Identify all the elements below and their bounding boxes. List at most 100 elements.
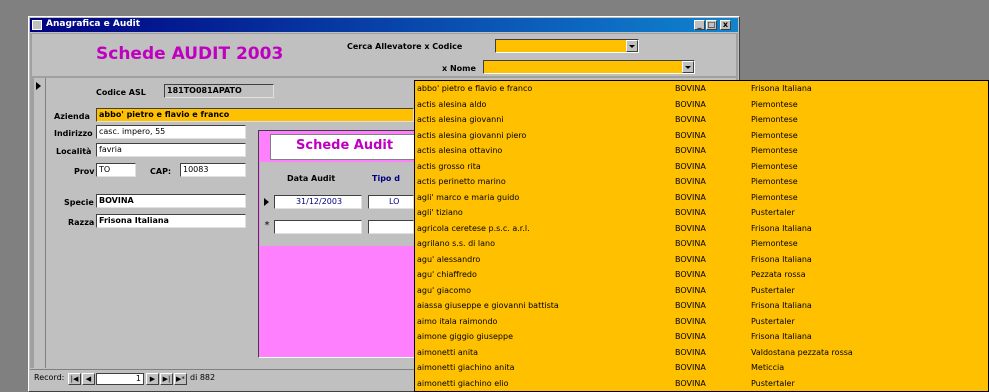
dropdown-row[interactable]: agu' chiaffredo BOVINA Pezzata rossa xyxy=(415,268,988,281)
dropdown-name-cell: aimonetti giachino elio xyxy=(417,378,509,388)
dropdown-row[interactable]: aimonetti anita BOVINA Valdostana pezzata … xyxy=(415,346,988,359)
dropdown-row[interactable]: actis alesina giovanni BOVINA Piemontese xyxy=(415,113,988,126)
prov-field[interactable]: TO xyxy=(96,163,136,177)
search-name-combo[interactable] xyxy=(483,60,695,74)
previous-record-button[interactable]: ◀ xyxy=(82,373,95,385)
dropdown-specie-cell: BOVINA xyxy=(675,270,706,279)
dropdown-specie-cell: BOVINA xyxy=(675,130,706,140)
record-selector[interactable] xyxy=(34,78,46,368)
dropdown-row[interactable]: actis alesina giovanni piero BOVINA Piemon… xyxy=(415,129,988,142)
dropdown-row[interactable]: aimonetti giachino elio BOVINA Pustertaler xyxy=(415,377,988,390)
dropdown-specie-cell: BOVINA xyxy=(675,301,706,310)
dropdown-specie-cell: BOVINA xyxy=(675,161,706,171)
dropdown-row[interactable]: aimonetti giachino anita BOVINA Meticcia xyxy=(415,361,988,374)
dropdown-razza-cell: Frisona Italiana xyxy=(751,332,812,341)
localita-label: Località xyxy=(56,147,92,156)
dropdown-name-cell: agu' alessandro xyxy=(417,254,481,264)
dropdown-name-cell: aimonetti anita xyxy=(417,347,479,357)
dropdown-row[interactable]: agu' giacomo BOVINA Pustertaler xyxy=(415,284,988,297)
dropdown-name-cell: actis grosso rita xyxy=(417,161,481,171)
dropdown-razza-cell: Piemontese xyxy=(751,161,798,171)
dropdown-specie-cell: BOVINA xyxy=(675,347,706,357)
new-record-button[interactable]: ▶* xyxy=(174,373,187,385)
current-record-icon xyxy=(264,198,269,206)
window-titlebar[interactable]: Anagrafica e Audit _ □ x xyxy=(30,18,738,32)
last-record-button[interactable]: ▶| xyxy=(160,373,173,385)
dropdown-row[interactable]: actis grosso rita BOVINA Piemontese xyxy=(415,160,988,173)
close-button[interactable]: x xyxy=(720,20,731,30)
dropdown-row[interactable]: aimone giggio giuseppe BOVINA Frisona Ital… xyxy=(415,330,988,343)
dropdown-row[interactable]: agli' marco e maria guido BOVINA Piemontes… xyxy=(415,191,988,204)
new-audit-tipo-field[interactable] xyxy=(368,220,414,234)
dropdown-name-cell: actis alesina aldo xyxy=(417,99,487,109)
dropdown-razza-cell: Piemontese xyxy=(751,115,798,124)
audit-date-field[interactable]: 31/12/2003 xyxy=(274,195,362,209)
dropdown-row[interactable]: actis alesina aldo BOVINA Piemontese xyxy=(415,98,988,111)
dropdown-name-cell: agu' chiaffredo xyxy=(417,270,477,279)
codice-asl-label: Codice ASL xyxy=(96,88,146,97)
dropdown-row[interactable]: agrilano s.s. di lano BOVINA Piemontese xyxy=(415,237,988,250)
dropdown-razza-cell: Piemontese xyxy=(751,99,798,109)
record-total: di 882 xyxy=(190,373,216,382)
audit-tipo-field[interactable]: LO xyxy=(368,195,414,209)
dropdown-specie-cell: BOVINA xyxy=(675,223,706,233)
maximize-button[interactable]: □ xyxy=(706,20,717,30)
dropdown-razza-cell: Pustertaler xyxy=(751,208,795,217)
dropdown-specie-cell: BOVINA xyxy=(675,146,706,155)
dropdown-name-cell: aimone giggio giuseppe xyxy=(417,332,514,341)
dropdown-specie-cell: BOVINA xyxy=(675,254,706,264)
new-audit-date-field[interactable] xyxy=(274,220,362,234)
subform-row-selector[interactable] xyxy=(262,195,272,209)
column-header-date: Data Audit xyxy=(287,174,336,183)
localita-field[interactable]: favria xyxy=(96,143,246,157)
dropdown-row[interactable]: actis perinetto marino BOVINA Piemontese xyxy=(415,175,988,188)
dropdown-specie-cell: BOVINA xyxy=(675,84,706,93)
codice-asl-field[interactable]: 181TO081APATO xyxy=(164,84,274,98)
chevron-down-icon[interactable] xyxy=(626,40,638,52)
dropdown-name-cell: abbo' pietro e flavio e franco xyxy=(417,84,533,93)
dropdown-name-cell: actis alesina giovanni piero xyxy=(417,130,527,140)
dropdown-row[interactable]: abbo' pietro e flavio e franco BOVINA Fris… xyxy=(415,82,988,95)
next-record-button[interactable]: ▶ xyxy=(146,373,159,385)
dropdown-row[interactable]: agli' tiziano BOVINA Pustertaler xyxy=(415,206,988,219)
dropdown-specie-cell: BOVINA xyxy=(675,316,706,326)
dropdown-row[interactable]: agricola ceretese p.s.c. a.r.l. BOVINA Fri… xyxy=(415,222,988,235)
subform-title: Schede Audit xyxy=(296,138,394,153)
dropdown-razza-cell: Piemontese xyxy=(751,239,798,248)
dropdown-razza-cell: Pezzata rossa xyxy=(751,270,806,279)
first-record-button[interactable]: |◀ xyxy=(68,373,81,385)
search-code-combo[interactable] xyxy=(495,39,639,53)
dropdown-row[interactable]: agu' alessandro BOVINA Frisona Italiana xyxy=(415,253,988,266)
specie-field[interactable]: BOVINA xyxy=(96,194,246,208)
dropdown-specie-cell: BOVINA xyxy=(675,115,706,124)
record-number-field[interactable]: 1 xyxy=(96,373,144,385)
dropdown-row[interactable]: aiassa giuseppe e giovanni battista BOVIN… xyxy=(415,299,988,312)
dropdown-row[interactable]: aimo itala raimondo BOVINA Pustertaler xyxy=(415,315,988,328)
dropdown-razza-cell: Pustertaler xyxy=(751,378,795,388)
minimize-button[interactable]: _ xyxy=(694,20,705,30)
chevron-down-icon[interactable] xyxy=(682,61,694,73)
dropdown-specie-cell: BOVINA xyxy=(675,239,706,248)
razza-field[interactable]: Frisona Italiana xyxy=(96,214,246,228)
dropdown-name-cell: actis perinetto marino xyxy=(417,177,506,186)
dropdown-name-cell: agu' giacomo xyxy=(417,285,471,295)
dropdown-razza-cell: Pustertaler xyxy=(751,316,795,326)
current-record-icon xyxy=(36,82,41,90)
prov-label: Prov xyxy=(74,167,95,176)
dropdown-specie-cell: BOVINA xyxy=(675,363,706,372)
specie-label: Specie xyxy=(64,198,94,207)
dropdown-razza-cell: Meticcia xyxy=(751,363,785,372)
razza-label: Razza xyxy=(68,218,95,227)
dropdown-razza-cell: Piemontese xyxy=(751,192,798,202)
name-dropdown-list[interactable]: abbo' pietro e flavio e franco BOVINA Fris… xyxy=(414,80,989,392)
dropdown-razza-cell: Frisona Italiana xyxy=(751,223,812,233)
indirizzo-field[interactable]: casc. impero, 55 xyxy=(96,125,246,139)
cap-field[interactable]: 10083 xyxy=(180,163,246,177)
azienda-field[interactable]: abbo' pietro e flavio e franco xyxy=(96,108,414,122)
column-header-tipo: Tipo d xyxy=(372,174,400,183)
dropdown-razza-cell: Piemontese xyxy=(751,146,798,155)
dropdown-name-cell: aiassa giuseppe e giovanni battista xyxy=(417,301,559,310)
azienda-label: Azienda xyxy=(54,112,90,121)
dropdown-row[interactable]: actis alesina ottavino BOVINA Piemontese xyxy=(415,144,988,157)
new-record-selector[interactable]: * xyxy=(262,220,272,234)
